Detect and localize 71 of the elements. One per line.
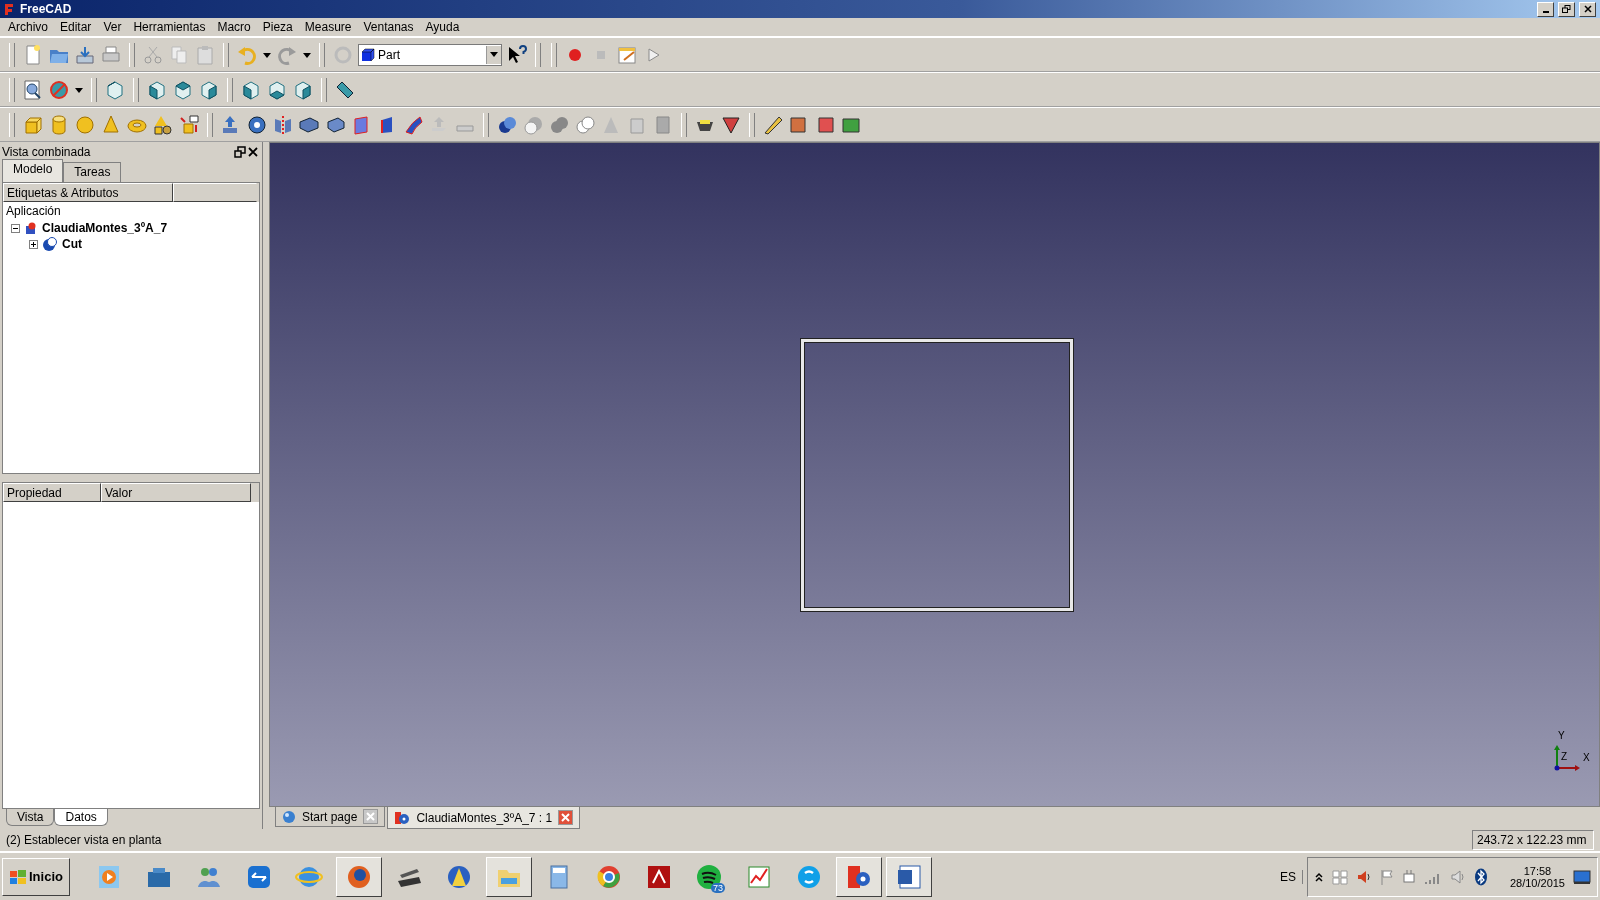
sphere-icon bbox=[42, 236, 58, 252]
sound-waves-icon bbox=[694, 862, 723, 891]
caret-icon bbox=[490, 52, 498, 57]
menu-item[interactable]: Ver bbox=[97, 20, 128, 34]
tree-item[interactable]: ClaudiaMontes_3ºA_7 bbox=[42, 221, 168, 235]
sphere-icon[interactable] bbox=[74, 113, 96, 136]
column-header[interactable]: Propiedad bbox=[3, 483, 101, 502]
axis-label: Y bbox=[1558, 730, 1565, 741]
menu-item[interactable]: Ventanas bbox=[357, 20, 420, 34]
start-button[interactable]: Inicio bbox=[2, 857, 70, 896]
revolve-icon[interactable] bbox=[246, 113, 268, 136]
globe-icon bbox=[282, 809, 296, 824]
badge: 73 bbox=[710, 882, 725, 893]
bluetooth-icon[interactable] bbox=[1473, 867, 1488, 886]
panel-title: Vista combinada bbox=[2, 145, 92, 159]
minimize-button[interactable] bbox=[1537, 1, 1554, 17]
shape-builder-icon[interactable] bbox=[178, 113, 200, 136]
windows-logo-icon bbox=[9, 868, 27, 885]
speaker-icon[interactable] bbox=[1449, 868, 1466, 885]
undock-icon[interactable] bbox=[234, 146, 246, 158]
show-desktop-icon[interactable] bbox=[1573, 868, 1591, 885]
restore-icon bbox=[1562, 5, 1571, 13]
plug-icon[interactable] bbox=[1401, 868, 1416, 885]
tree-root-label: Aplicación bbox=[5, 203, 62, 220]
window-title: FreeCAD bbox=[20, 2, 73, 16]
dimensions-readout: 243.72 x 122.23 mm bbox=[1472, 830, 1594, 850]
axis-label: Z bbox=[1561, 751, 1568, 762]
3d-viewport[interactable]: Y Z X bbox=[269, 142, 1600, 807]
taskbar-button[interactable] bbox=[485, 856, 532, 897]
flag-icon[interactable] bbox=[1379, 868, 1394, 885]
workbench-dropdown[interactable]: Part bbox=[358, 43, 502, 66]
taskbar-button[interactable] bbox=[885, 856, 932, 897]
taskbar-button[interactable] bbox=[335, 856, 382, 897]
close-icon bbox=[1583, 5, 1592, 13]
status-message: (2) Establecer vista en planta bbox=[6, 833, 162, 847]
taskbar-button[interactable]: 73 bbox=[685, 856, 732, 897]
cube-icon bbox=[361, 47, 375, 62]
collapse-icon[interactable] bbox=[11, 223, 20, 233]
axis-label: X bbox=[1583, 752, 1590, 763]
cone-icon[interactable] bbox=[100, 113, 122, 136]
taskbar-button[interactable] bbox=[835, 856, 882, 897]
windows-icon[interactable] bbox=[1331, 868, 1348, 885]
chevron-up-icon[interactable] bbox=[1313, 870, 1324, 883]
menu-item[interactable]: Ayuda bbox=[419, 20, 466, 34]
tab[interactable]: Modelo bbox=[2, 159, 64, 182]
expand-icon[interactable] bbox=[29, 239, 38, 249]
column-header[interactable]: Valor bbox=[101, 483, 251, 502]
menu-item[interactable]: Editar bbox=[54, 20, 98, 34]
document-tab[interactable]: ClaudiaMontes_3ºA_7 : 1 bbox=[387, 807, 581, 829]
column-header[interactable]: Etiquetas & Atributos bbox=[3, 183, 173, 202]
app-logo-icon bbox=[4, 2, 16, 16]
menu-item[interactable]: Macro bbox=[211, 20, 257, 34]
restore-button[interactable] bbox=[1558, 1, 1575, 17]
document-icon bbox=[24, 221, 38, 235]
gear-icon bbox=[394, 810, 411, 825]
tab[interactable]: Datos bbox=[54, 809, 108, 826]
menu-item[interactable]: Pieza bbox=[256, 20, 299, 34]
tab[interactable]: Tareas bbox=[63, 162, 122, 182]
tab[interactable]: Vista bbox=[6, 809, 55, 826]
speaker-icon[interactable] bbox=[1355, 868, 1372, 885]
close-icon[interactable] bbox=[246, 146, 260, 158]
clock-time[interactable]: 17:58 bbox=[1523, 864, 1552, 877]
intersection-icon[interactable] bbox=[574, 113, 596, 136]
clock-date[interactable]: 28/10/2015 bbox=[1509, 876, 1565, 889]
document-tab[interactable]: Start page bbox=[275, 807, 386, 827]
language-indicator[interactable]: ES bbox=[1279, 869, 1303, 884]
menu-item[interactable]: Archivo bbox=[2, 20, 54, 34]
whats-this-icon[interactable] bbox=[506, 43, 528, 66]
tree-item[interactable]: Cut bbox=[62, 237, 82, 251]
menu-item[interactable]: Measure bbox=[298, 20, 358, 34]
menu-item[interactable]: Herramientas bbox=[127, 20, 212, 34]
